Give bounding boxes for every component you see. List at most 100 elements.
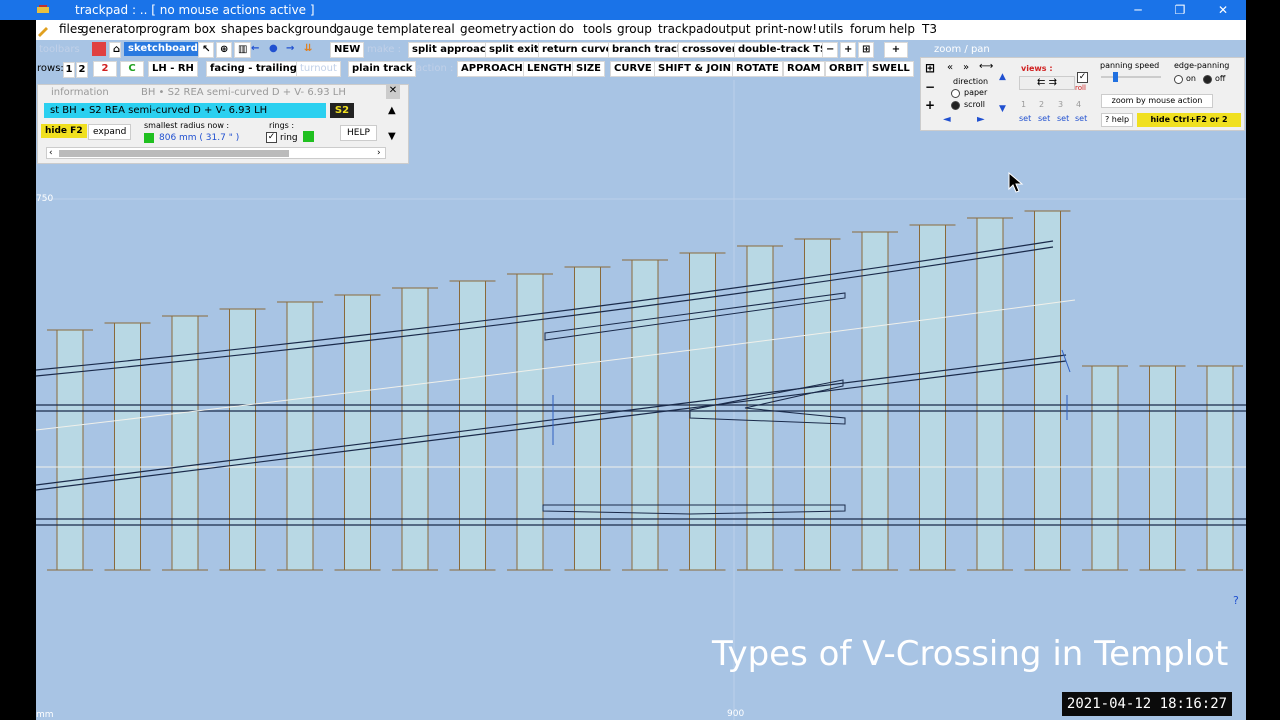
- view-2[interactable]: 2: [1039, 100, 1044, 109]
- zoom-in-icon[interactable]: +: [925, 98, 935, 112]
- down-arrows-icon[interactable]: ⇊: [304, 42, 312, 56]
- lh-rh-button[interactable]: LH - RH: [148, 61, 198, 77]
- menu-background[interactable]: background: [266, 22, 337, 36]
- zoom-by-mouse-button[interactable]: zoom by mouse action: [1101, 94, 1213, 108]
- view-4[interactable]: 4: [1076, 100, 1081, 109]
- menu-forum[interactable]: forum: [850, 22, 886, 36]
- set-view-3[interactable]: set: [1057, 114, 1069, 123]
- close-info-icon[interactable]: ✕: [386, 85, 400, 99]
- menu-gauge[interactable]: gauge: [336, 22, 374, 36]
- zoom-out-icon[interactable]: −: [925, 80, 935, 94]
- menu-output[interactable]: output: [711, 22, 751, 36]
- size-button[interactable]: SIZE: [572, 61, 606, 77]
- pan-down-icon[interactable]: ▼: [999, 104, 1006, 114]
- pan-left-icon[interactable]: ◄: [943, 114, 951, 125]
- views-help-button[interactable]: ? help: [1101, 113, 1133, 127]
- close-button[interactable]: ✕: [1203, 1, 1243, 19]
- scroll-thumb[interactable]: [59, 150, 289, 157]
- pointer-icon[interactable]: ↖: [198, 42, 215, 58]
- rotate-button[interactable]: ROTATE: [732, 61, 783, 77]
- arrow-right-icon[interactable]: →: [286, 42, 294, 56]
- pen-icon[interactable]: [36, 23, 50, 37]
- roll-checkbox[interactable]: ✓: [1077, 72, 1088, 83]
- branch-track-button[interactable]: branch track: [608, 42, 688, 58]
- page-icon[interactable]: ▥: [234, 42, 252, 58]
- plus-button[interactable]: +: [840, 42, 856, 58]
- length-button[interactable]: LENGTH: [523, 61, 576, 77]
- facing-trailing-button[interactable]: facing - trailing: [206, 61, 301, 77]
- dot-icon[interactable]: ●: [269, 42, 278, 56]
- expand-button[interactable]: expand: [88, 124, 132, 140]
- hide-views-button[interactable]: hide Ctrl+F2 or 2: [1137, 113, 1241, 127]
- pan-right-icon[interactable]: ►: [977, 114, 985, 125]
- menu-do[interactable]: do: [559, 22, 574, 36]
- approach-button[interactable]: APPROACH: [457, 61, 527, 77]
- turnout-button[interactable]: turnout: [296, 61, 341, 77]
- menu-files[interactable]: files: [59, 22, 84, 36]
- views-back-button[interactable]: ⇇ ⇉: [1019, 76, 1075, 90]
- palette-icon[interactable]: [92, 42, 106, 56]
- ring-color-indicator[interactable]: [303, 131, 314, 142]
- crossover-button[interactable]: crossover: [678, 42, 741, 58]
- menu-template[interactable]: template: [377, 22, 431, 36]
- scroll-up-icon[interactable]: ▲: [388, 105, 396, 116]
- fit-icon[interactable]: ⊞: [858, 42, 874, 58]
- scroll-left-icon[interactable]: ‹: [49, 148, 53, 158]
- horizontal-scrollbar[interactable]: ‹ ›: [46, 147, 386, 159]
- orbit-button[interactable]: ORBIT: [825, 61, 868, 77]
- edge-panning-off-radio[interactable]: [1203, 75, 1212, 84]
- rewind-icon[interactable]: «: [947, 62, 953, 73]
- split-approach-button[interactable]: split approach: [408, 42, 497, 58]
- double-track-button[interactable]: double-track TS: [734, 42, 832, 58]
- scroll-radio[interactable]: [951, 101, 960, 110]
- swell-button[interactable]: SWELL: [868, 61, 914, 77]
- sketchboard-button[interactable]: sketchboard: [124, 42, 202, 56]
- restore-button[interactable]: ❐: [1160, 1, 1200, 19]
- panning-speed-thumb[interactable]: [1113, 72, 1118, 82]
- minus-button[interactable]: −: [822, 42, 838, 58]
- plain-track-button[interactable]: plain track: [348, 61, 417, 77]
- help-button[interactable]: HELP: [340, 125, 377, 141]
- paper-radio[interactable]: [951, 89, 960, 98]
- menu-shapes[interactable]: shapes: [221, 22, 263, 36]
- menu-program[interactable]: program: [139, 22, 190, 36]
- target-icon[interactable]: ⊕: [216, 42, 233, 58]
- view-3[interactable]: 3: [1058, 100, 1063, 109]
- menu-action[interactable]: action: [519, 22, 556, 36]
- minimize-button[interactable]: ─: [1118, 1, 1158, 19]
- new-button[interactable]: NEW: [330, 42, 365, 58]
- edge-panning-on-radio[interactable]: [1174, 75, 1183, 84]
- menu-generator[interactable]: generator: [81, 22, 140, 36]
- menu-box[interactable]: box: [194, 22, 216, 36]
- scroll-down-icon[interactable]: ▼: [388, 131, 396, 142]
- menu-utils[interactable]: utils: [818, 22, 843, 36]
- hide-f2-button[interactable]: hide F2: [41, 124, 87, 138]
- menu-print-now[interactable]: print-now!: [755, 22, 817, 36]
- curve-button[interactable]: CURVE: [610, 61, 656, 77]
- row-2-button[interactable]: 2: [76, 62, 88, 78]
- split-exit-button[interactable]: split exit: [485, 42, 543, 58]
- menu-group[interactable]: group: [617, 22, 652, 36]
- tool-icon-1[interactable]: ⌂: [109, 42, 121, 58]
- question-icon[interactable]: ?: [1233, 594, 1239, 607]
- scroll-right-icon[interactable]: ›: [377, 148, 381, 158]
- return-curve-button[interactable]: return curve: [538, 42, 617, 58]
- menu-tools[interactable]: tools: [583, 22, 612, 36]
- ring-checkbox[interactable]: ✓: [266, 132, 277, 143]
- zoom-fit-icon[interactable]: ⊞: [925, 61, 935, 75]
- arrow-left-icon[interactable]: ←: [251, 42, 259, 56]
- expand-icon[interactable]: ⟷: [979, 61, 993, 72]
- pan-up-icon[interactable]: ▲: [999, 72, 1006, 82]
- panning-speed-slider[interactable]: [1101, 76, 1161, 78]
- view-1[interactable]: 1: [1021, 100, 1026, 109]
- c-button[interactable]: C: [120, 61, 144, 77]
- menu-real[interactable]: real: [432, 22, 455, 36]
- set-view-2[interactable]: set: [1038, 114, 1050, 123]
- roam-button[interactable]: ROAM: [783, 61, 825, 77]
- row-1-button[interactable]: 1: [63, 62, 75, 78]
- add-icon[interactable]: +: [884, 42, 908, 58]
- number-2-button[interactable]: 2: [93, 61, 117, 77]
- forward-icon[interactable]: »: [963, 62, 969, 73]
- shift-join-button[interactable]: SHIFT & JOIN: [654, 61, 735, 77]
- menu-help[interactable]: help: [889, 22, 915, 36]
